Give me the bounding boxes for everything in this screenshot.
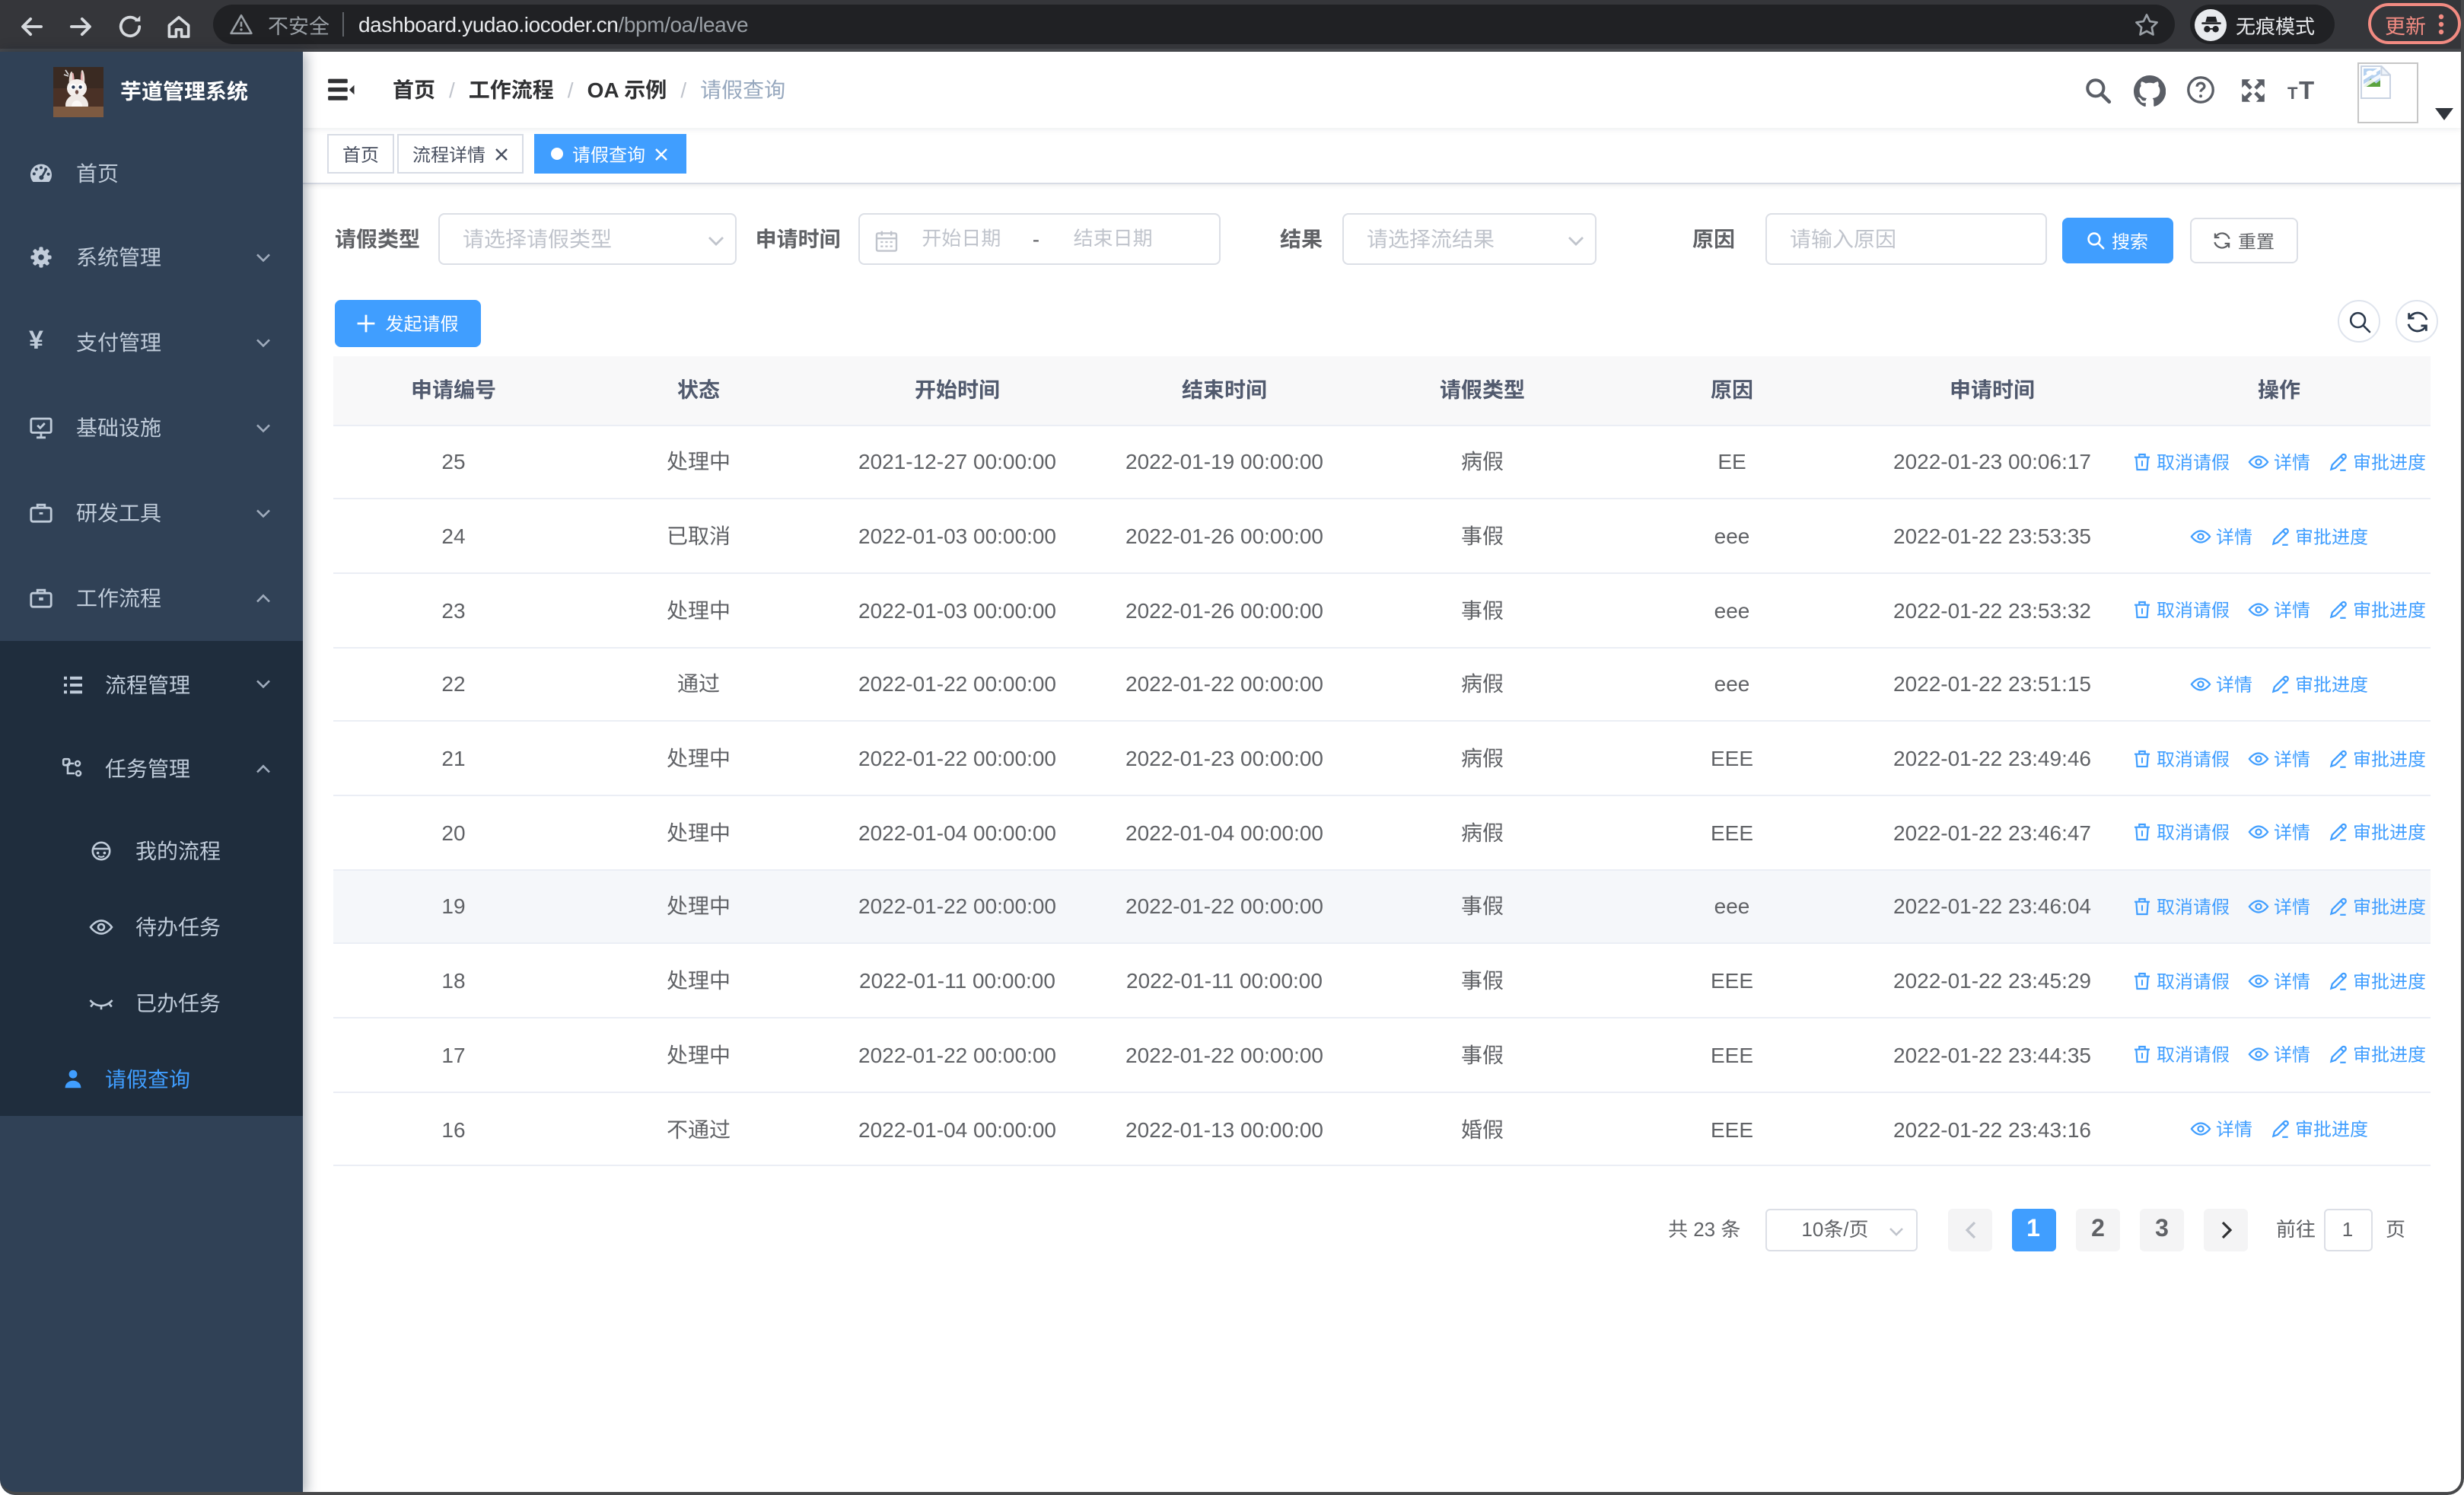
svg-text:T: T (2287, 84, 2298, 103)
svg-text:T: T (2299, 76, 2314, 104)
